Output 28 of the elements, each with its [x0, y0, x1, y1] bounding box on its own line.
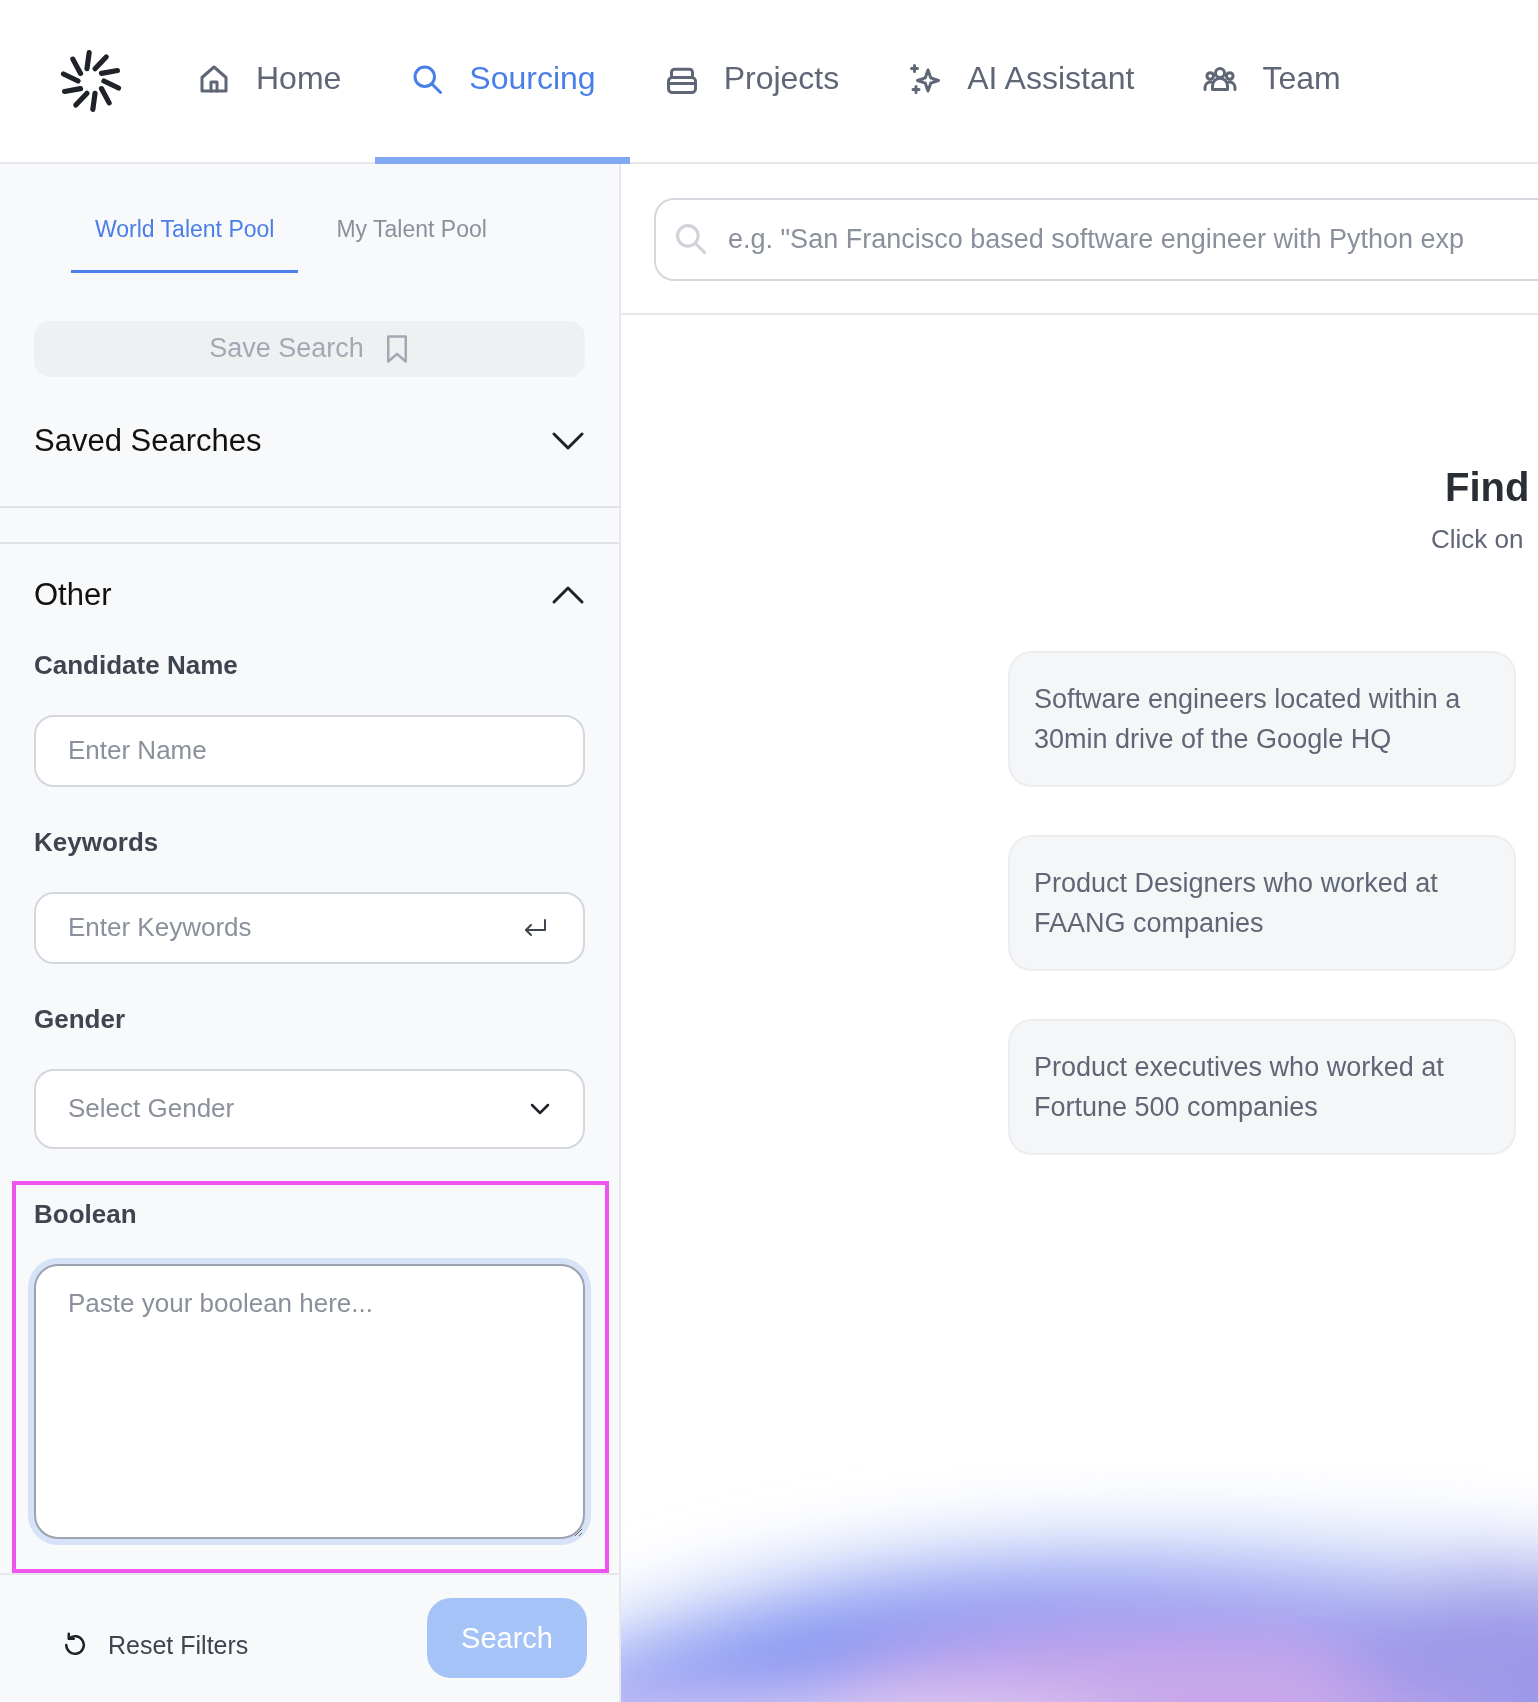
suggestion-card[interactable]: Product executives who worked at Fortune 500 companies	[1008, 1019, 1516, 1155]
field-label: Keywords	[34, 825, 160, 859]
nav-tab[interactable]: AI Assistant	[873, 0, 1169, 164]
chevron-up-icon[interactable]	[551, 584, 585, 605]
chevron-down-icon[interactable]	[551, 431, 585, 452]
reset-label: Reset Filters	[108, 1630, 249, 1660]
field-label: Gender	[34, 1002, 127, 1036]
gender-select[interactable]: Select Gender	[34, 1068, 585, 1149]
section-title: Saved Searches	[34, 423, 262, 460]
subheading: Click on	[1431, 524, 1525, 555]
search-field[interactable]: e.g. "San Francisco based software engineer with Python exp	[654, 198, 1538, 281]
reset-filters-button[interactable]: Reset Filters	[60, 1616, 249, 1661]
keywords-input[interactable]: Enter Keywords	[34, 891, 585, 964]
boolean-textarea[interactable]: Paste your boolean here...	[34, 1263, 585, 1539]
name-input[interactable]: Enter Name	[34, 714, 585, 787]
heading: Find	[1445, 465, 1531, 510]
nav-tab[interactable]: Home	[162, 0, 376, 164]
logo-icon	[60, 50, 122, 112]
nav-tab[interactable]: Projects	[629, 0, 874, 164]
field-label: Candidate Name	[34, 648, 239, 682]
suggestion-card[interactable]: Software engineers located within a 30min drive of the Google HQ	[1008, 651, 1516, 787]
section-title: Other	[34, 576, 112, 613]
nav-tab[interactable]: Team	[1168, 0, 1375, 164]
pool-tab[interactable]: My Talent Pool	[312, 164, 511, 273]
chevron-down-icon	[529, 1101, 551, 1116]
field-label: Boolean	[34, 1197, 138, 1231]
pool-tab[interactable]: World Talent Pool	[71, 164, 299, 273]
suggestion-card[interactable]: Product Designers who worked at FAANG companies	[1008, 835, 1516, 971]
